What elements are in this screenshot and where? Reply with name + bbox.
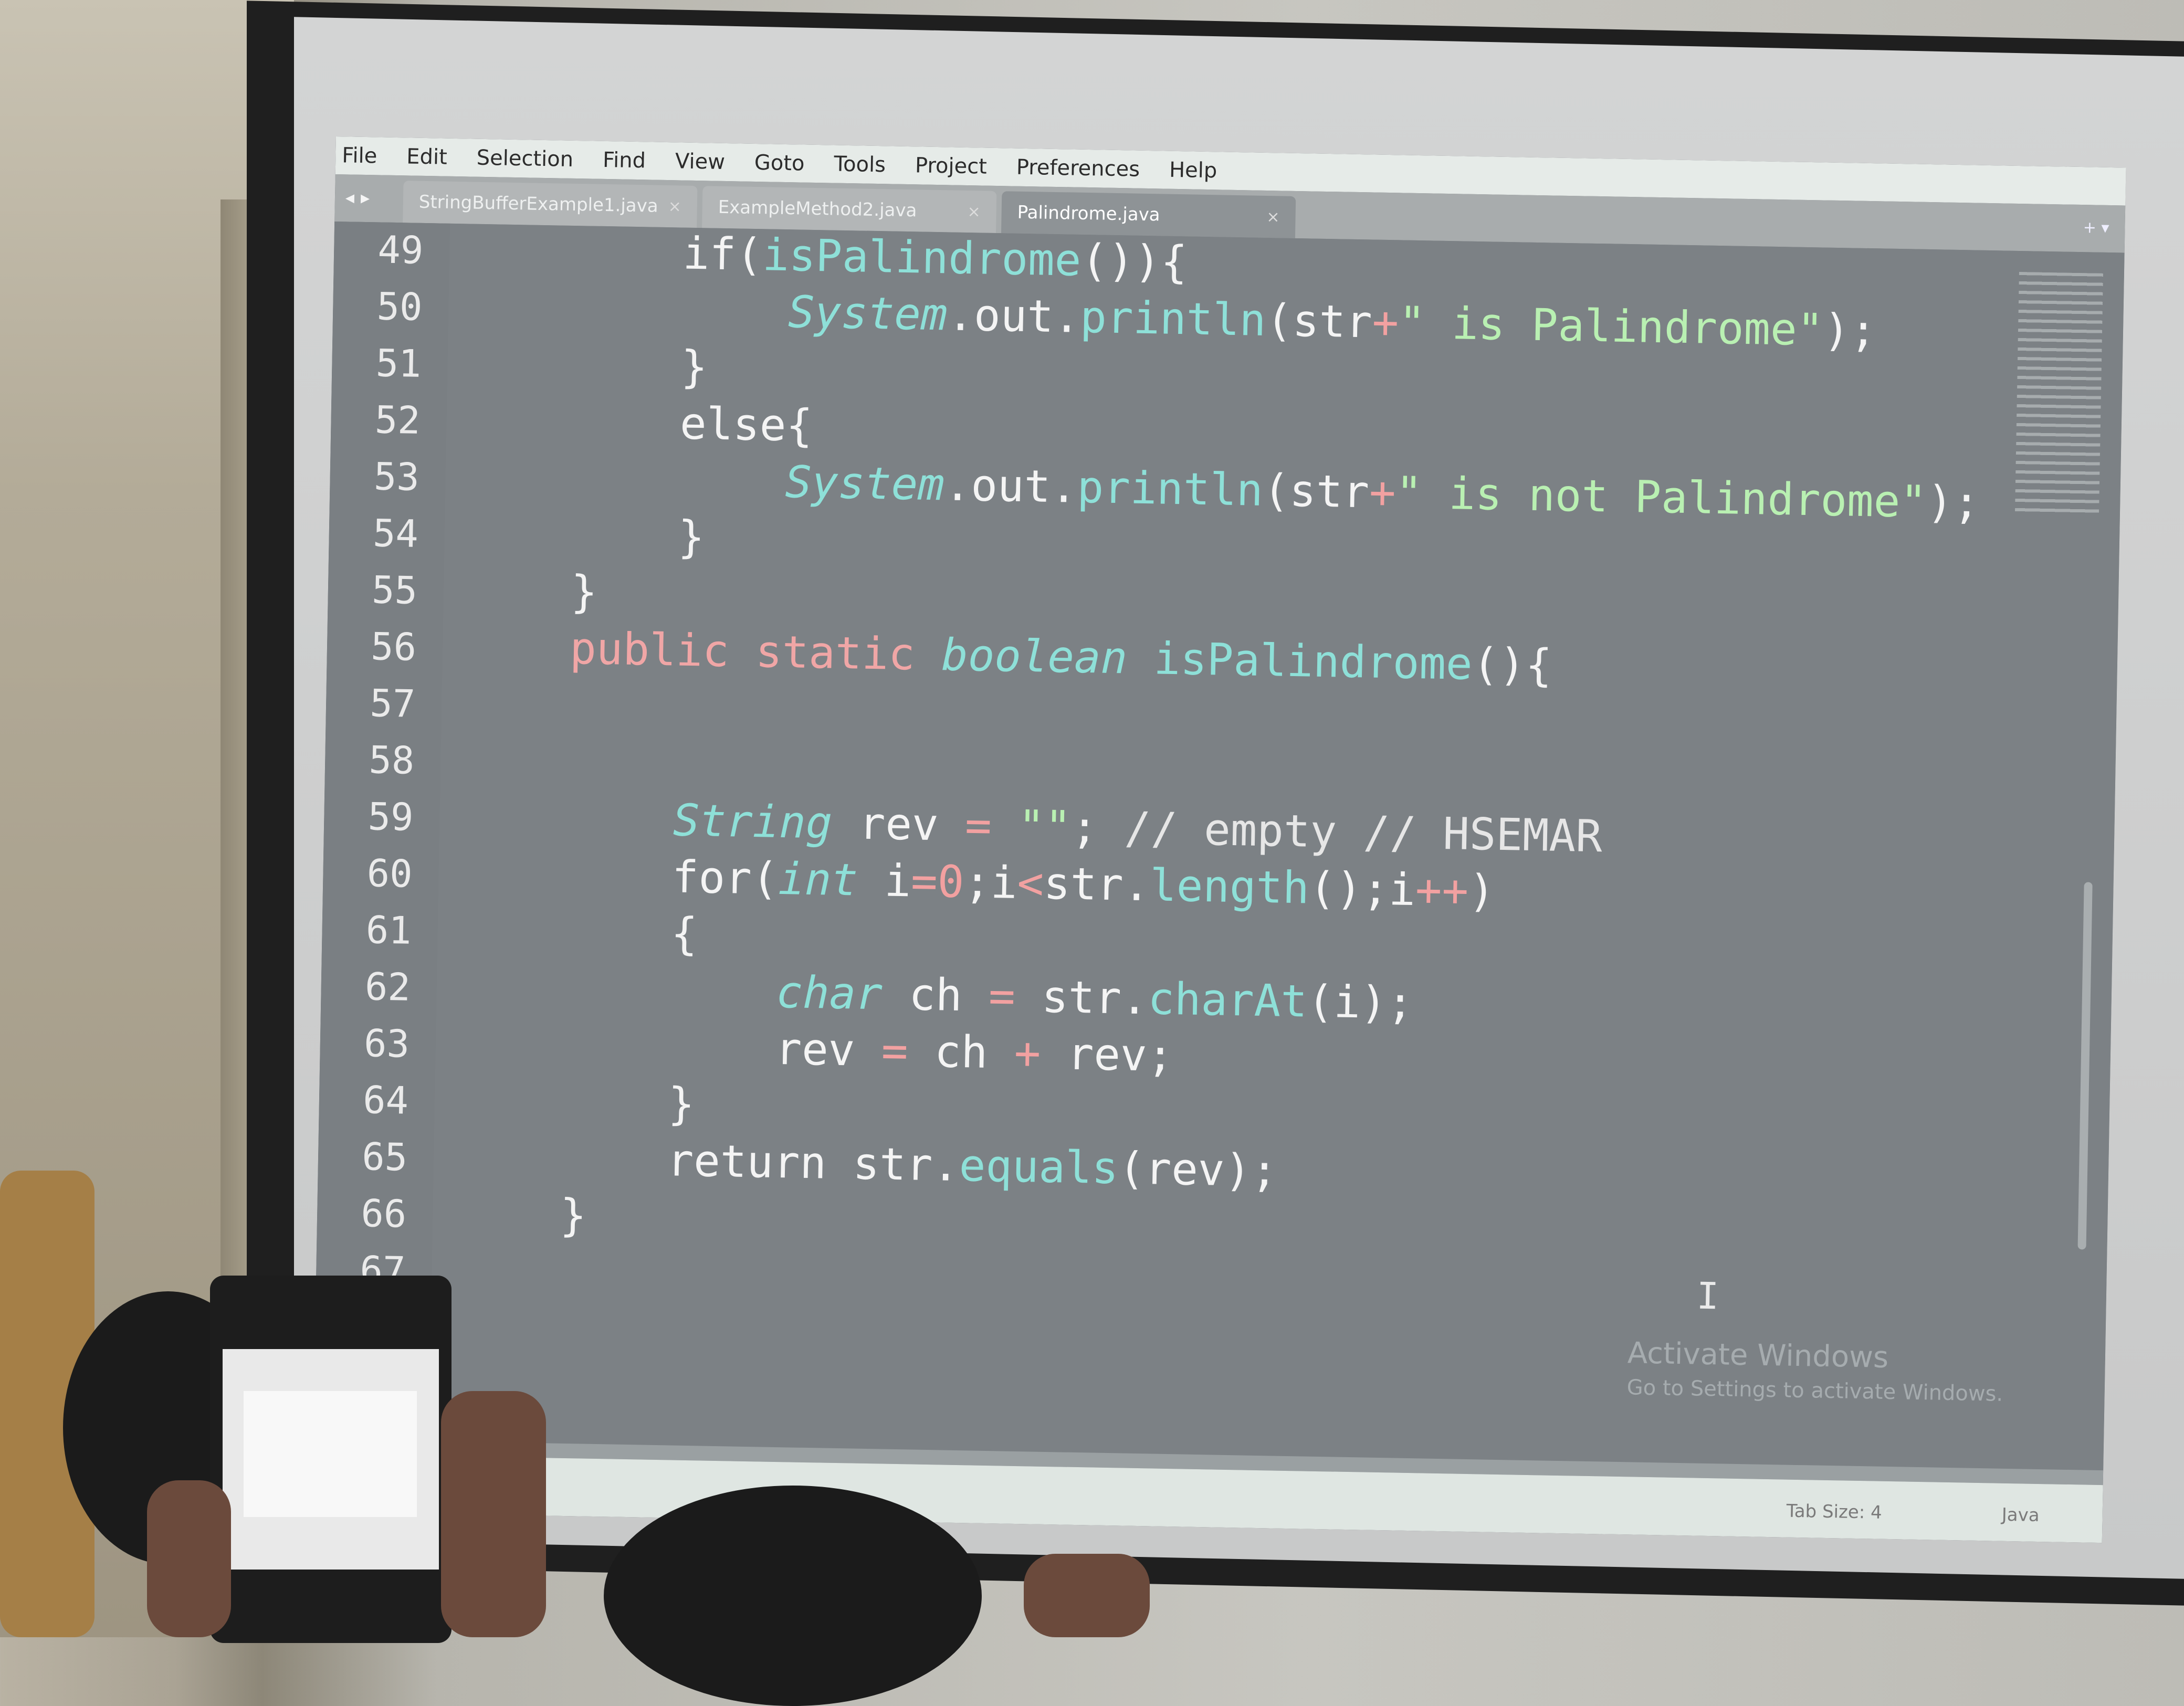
menu-tools[interactable]: Tools	[834, 152, 886, 177]
line-number: 50	[376, 284, 423, 329]
tab-label: ExampleMethod2.java	[718, 196, 917, 222]
syntax-indicator[interactable]: Java	[2001, 1504, 2040, 1526]
code-line: }	[455, 1074, 695, 1130]
close-icon[interactable]: ×	[1266, 207, 1280, 226]
code-line: }	[453, 1187, 587, 1241]
menu-view[interactable]: View	[675, 149, 726, 174]
close-icon[interactable]: ×	[967, 203, 981, 221]
tab-label: Palindrome.java	[1017, 202, 1160, 226]
line-number: 57	[369, 681, 416, 726]
menu-find[interactable]: Find	[603, 148, 646, 173]
tab-palindrome[interactable]: Palindrome.java ×	[1001, 191, 1296, 238]
line-number: 56	[370, 624, 417, 669]
line-number: 64	[362, 1078, 409, 1123]
line-number: 51	[375, 341, 422, 386]
line-number: 49	[377, 227, 424, 272]
phone-screen	[223, 1349, 439, 1570]
line-number: 58	[368, 738, 415, 783]
vertical-scrollbar[interactable]	[2077, 882, 2093, 1250]
nav-arrows-icon[interactable]: ◂▸	[345, 187, 376, 208]
line-number: 54	[372, 511, 419, 556]
line-number-gutter: 49 50 51 52 53 54 55 56 57 58 59 60 61 6…	[313, 221, 450, 1441]
code-line: char ch = str.charAt(i);	[775, 966, 1414, 1029]
phone-screen-content	[244, 1391, 417, 1517]
code-line: {	[458, 904, 698, 960]
menu-file[interactable]: File	[342, 143, 377, 168]
tab-size-indicator[interactable]: Tab Size: 4	[1786, 1501, 1882, 1523]
tab-examplemethod2[interactable]: ExampleMethod2.java ×	[702, 186, 997, 233]
audience-phone	[210, 1276, 452, 1643]
hand	[441, 1391, 546, 1637]
code-line: public static boolean isPalindrome(){	[569, 622, 1553, 691]
close-icon[interactable]: ×	[668, 197, 681, 216]
code-line: rev = ch + rev;	[456, 1017, 1174, 1082]
line-number: 61	[365, 908, 412, 953]
minimap[interactable]	[2014, 271, 2103, 515]
tab-stringbufferexample1[interactable]: StringBufferExample1.java ×	[403, 181, 698, 228]
tab-overflow-icon[interactable]: + ▾	[2083, 218, 2109, 237]
line-number: 59	[367, 794, 414, 839]
code-line: return str.equals(rev);	[454, 1131, 1278, 1197]
code-line: }	[465, 507, 705, 563]
menu-edit[interactable]: Edit	[406, 144, 447, 169]
menu-project[interactable]: Project	[915, 153, 988, 178]
code-line: }	[464, 564, 598, 618]
line-number: 60	[366, 851, 413, 896]
line-number: 66	[360, 1191, 407, 1236]
line-number: 55	[371, 567, 418, 613]
line-number: 52	[374, 397, 421, 443]
code-line: else{	[467, 394, 813, 451]
code-lines: if(isPalindrome()){ System.out.println(s…	[451, 224, 2046, 1406]
menu-preferences[interactable]: Preferences	[1016, 155, 1140, 182]
activation-watermark: Activate Windows Go to Settings to activ…	[1626, 1336, 2003, 1406]
hand	[1024, 1554, 1150, 1637]
hand	[147, 1480, 231, 1637]
editor-window: File Edit Selection Find View Goto Tools…	[312, 136, 2126, 1543]
tab-label: StringBufferExample1.java	[418, 191, 658, 217]
line-number: 65	[361, 1134, 408, 1180]
menu-goto[interactable]: Goto	[754, 151, 804, 176]
code-editor[interactable]: 49 50 51 52 53 54 55 56 57 58 59 60 61 6…	[313, 221, 2125, 1471]
watermark-title: Activate Windows	[1627, 1336, 1889, 1375]
line-number: 53	[373, 454, 420, 499]
watermark-subtitle: Go to Settings to activate Windows.	[1626, 1375, 2003, 1406]
code-line: }	[468, 337, 708, 393]
line-number: 62	[364, 964, 411, 1009]
menu-help[interactable]: Help	[1169, 158, 1217, 183]
menu-selection[interactable]: Selection	[476, 146, 573, 172]
line-number: 63	[363, 1021, 410, 1066]
audience-head	[604, 1486, 982, 1706]
text-cursor-icon: I	[1696, 1274, 1719, 1318]
